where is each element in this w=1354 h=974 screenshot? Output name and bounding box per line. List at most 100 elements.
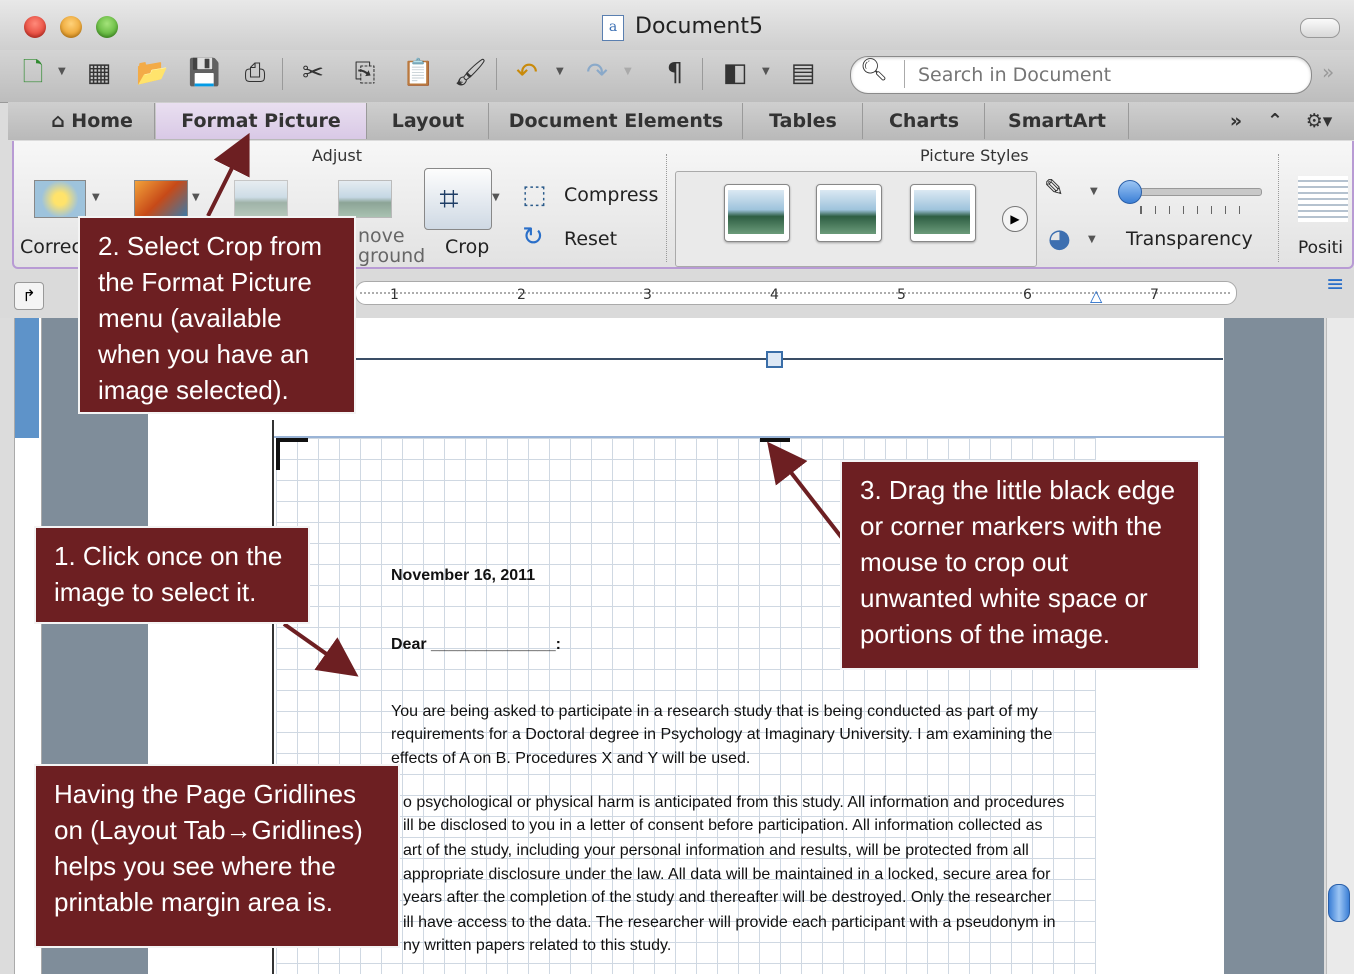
pilcrow-icon[interactable]: ¶ — [660, 58, 690, 88]
search-divider — [904, 60, 905, 88]
picture-style-option[interactable] — [816, 184, 882, 242]
position-icon[interactable] — [1298, 176, 1348, 222]
artistic-effects-icon[interactable] — [234, 180, 288, 218]
tab-layout-label: Layout — [391, 110, 465, 132]
remove-background-icon[interactable] — [338, 180, 392, 218]
copy-icon[interactable]: ⎘ — [350, 58, 380, 88]
header-handle[interactable] — [766, 351, 783, 368]
callout-gridlines: Having the Page Gridlines on (Layout Tab… — [34, 764, 400, 948]
tab-layout[interactable]: Layout — [368, 103, 489, 139]
tab-tables-label: Tables — [769, 110, 837, 132]
tab-smartart[interactable]: SmartArt — [986, 103, 1129, 139]
tab-tables[interactable]: Tables — [744, 103, 863, 139]
transparency-slider[interactable] — [1122, 188, 1262, 196]
undo-icon[interactable]: ↶ — [512, 58, 542, 88]
letter-paragraph-line: years after the completion of the study … — [403, 889, 1052, 906]
crop-button[interactable]: ⌗ — [424, 168, 492, 230]
chevron-down-icon[interactable]: ▼ — [556, 66, 564, 77]
letter-paragraph-line: appropriate disclosure under the law. Al… — [403, 866, 1051, 883]
chevron-down-icon[interactable]: ▼ — [1090, 186, 1098, 197]
tab-smartart-label: SmartArt — [1008, 110, 1106, 132]
crop-edge-handle[interactable] — [760, 438, 790, 442]
minimize-window-button[interactable] — [60, 16, 82, 38]
ruler-tick-label: 3 — [643, 287, 652, 303]
adjust-group-label: Adjust — [312, 146, 363, 165]
collapse-ribbon-icon[interactable]: ⌃ — [1260, 103, 1290, 139]
templates-icon[interactable]: ▦ — [84, 58, 114, 88]
callout-step1: 1. Click once on the image to select it. — [34, 526, 310, 624]
transparency-slider-handle[interactable] — [1118, 180, 1142, 204]
reset-button[interactable]: Reset — [564, 228, 617, 250]
chevron-down-icon[interactable]: ▼ — [624, 66, 632, 77]
save-icon[interactable]: 💾 — [188, 58, 220, 88]
right-indent-marker-icon[interactable]: △ — [1090, 286, 1102, 305]
redo-icon[interactable]: ↷ — [582, 58, 612, 88]
tab-stop-selector-icon[interactable]: ↱ — [14, 282, 44, 310]
group-divider — [666, 154, 668, 262]
tab-document-elements[interactable]: Document Elements — [490, 103, 743, 139]
fill-bucket-icon[interactable]: ◕ — [1048, 224, 1071, 254]
chevron-down-icon[interactable]: ▼ — [1088, 234, 1096, 245]
new-document-icon[interactable]: 🗋 — [18, 58, 48, 88]
split-view-icon[interactable]: ≡ — [1326, 272, 1344, 297]
gallery-next-icon[interactable]: ▶ — [1002, 206, 1028, 232]
color-icon[interactable] — [134, 180, 188, 218]
toolbar-toggle-button[interactable] — [1300, 18, 1340, 38]
transparency-label: Transparency — [1126, 228, 1253, 250]
more-tabs-icon[interactable]: » — [1216, 103, 1256, 139]
header-boundary — [355, 358, 1223, 360]
tab-charts-label: Charts — [888, 110, 960, 132]
close-window-button[interactable] — [24, 16, 46, 38]
cut-icon[interactable]: ✂ — [298, 58, 328, 88]
toolbar-overflow-icon[interactable]: » — [1322, 60, 1334, 84]
crop-corner-handle[interactable] — [276, 438, 308, 470]
ruler-tick-label: 4 — [770, 287, 779, 303]
chevron-down-icon[interactable]: ▼ — [762, 66, 770, 77]
scrollbar-thumb[interactable] — [1328, 884, 1350, 922]
compress-button[interactable]: Compress — [564, 184, 658, 206]
print-icon[interactable]: ⎙ — [240, 58, 270, 88]
tab-charts[interactable]: Charts — [864, 103, 985, 139]
format-painter-icon[interactable]: 🖌 — [454, 58, 487, 88]
reset-icon[interactable]: ↻ — [522, 222, 544, 252]
chevron-down-icon[interactable]: ▼ — [492, 192, 500, 203]
picture-styles-group-label: Picture Styles — [920, 146, 1029, 165]
compress-icon[interactable]: ⬚ — [522, 180, 547, 210]
letter-paragraph-line: ill be disclosed to you in a letter of c… — [403, 817, 1043, 834]
sidebar-icon[interactable]: ◧ — [720, 58, 750, 88]
toolbar-divider — [282, 58, 283, 90]
paste-icon[interactable]: 📋 — [402, 58, 434, 88]
letter-paragraph-line: o psychological or physical harm is anti… — [403, 794, 1065, 811]
line-pen-icon[interactable]: ✎ — [1044, 174, 1064, 202]
chevron-down-icon[interactable]: ▼ — [192, 192, 200, 203]
search-icon[interactable]: 🔍︎ — [860, 58, 888, 83]
picture-style-option[interactable] — [724, 184, 790, 242]
letter-paragraph-line: ill have access to the data. The researc… — [403, 914, 1056, 931]
search-input[interactable] — [916, 62, 1300, 88]
letter-salutation: Dear ______________: — [391, 636, 561, 653]
chevron-down-icon[interactable]: ▼ — [92, 192, 100, 203]
ruler-tick-label: 1 — [390, 287, 399, 303]
chevron-down-icon[interactable]: ▼ — [58, 66, 66, 77]
letter-paragraph-line: effects of A on B. Procedures X and Y wi… — [391, 750, 751, 767]
home-icon: ⌂ — [51, 110, 65, 132]
gear-icon[interactable]: ⚙▾ — [1296, 103, 1342, 139]
letter-paragraph-line: requirements for a Doctoral degree in Ps… — [391, 726, 1053, 743]
zoom-window-button[interactable] — [96, 16, 118, 38]
ruler-tick-label: 6 — [1023, 287, 1032, 303]
group-divider — [1278, 154, 1280, 262]
picture-style-option[interactable] — [910, 184, 976, 242]
tab-format-picture[interactable]: Format Picture — [156, 103, 367, 139]
corrections-icon[interactable] — [34, 180, 86, 218]
letter-date: November 16, 2011 — [391, 567, 536, 584]
tab-home[interactable]: ⌂ Home — [30, 103, 155, 139]
crop-label: Crop — [445, 236, 490, 258]
view-icon[interactable]: ▤ — [788, 58, 818, 88]
document-icon: a — [602, 15, 624, 41]
slider-ticks — [1140, 206, 1253, 214]
tab-home-label: Home — [71, 110, 133, 132]
open-icon[interactable]: 📂 — [136, 58, 168, 88]
style-preview — [728, 190, 784, 234]
remove-background-label: nove ground — [358, 225, 426, 267]
vertical-scrollbar[interactable] — [1326, 318, 1354, 974]
